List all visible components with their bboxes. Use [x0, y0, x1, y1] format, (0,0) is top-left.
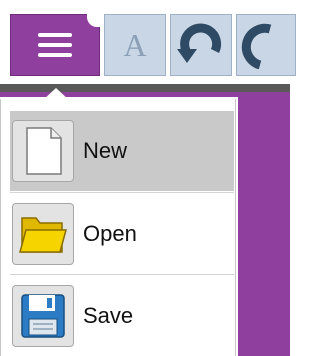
new-icon-box — [12, 120, 74, 182]
font-a-icon: A — [123, 26, 147, 63]
menu-separator — [10, 192, 234, 193]
menu-caret — [43, 88, 69, 100]
menu-item-save[interactable]: Save — [10, 276, 234, 356]
toolbar: A — [0, 0, 296, 84]
redo-icon — [241, 23, 272, 69]
menu-item-new[interactable]: New — [10, 111, 234, 191]
main-menu-button[interactable] — [10, 13, 101, 76]
menu-separator — [10, 274, 234, 275]
undo-button[interactable] — [170, 14, 232, 76]
redo-button[interactable] — [236, 14, 296, 76]
menu-item-label: Save — [83, 303, 134, 328]
folder-icon — [19, 217, 67, 253]
button-notch — [87, 13, 101, 27]
font-button[interactable]: A — [104, 14, 166, 76]
menu-item-label: Open — [83, 221, 137, 246]
menu-item-open[interactable]: Open — [10, 194, 234, 274]
undo-icon — [177, 23, 222, 63]
save-icon-box — [12, 285, 74, 347]
open-icon-box — [12, 203, 74, 265]
new-document-icon — [26, 127, 62, 175]
background-panel — [238, 92, 290, 356]
menu-item-label: New — [83, 138, 128, 163]
hamburger-menu-icon — [38, 33, 72, 57]
floppy-disk-icon — [21, 294, 65, 338]
